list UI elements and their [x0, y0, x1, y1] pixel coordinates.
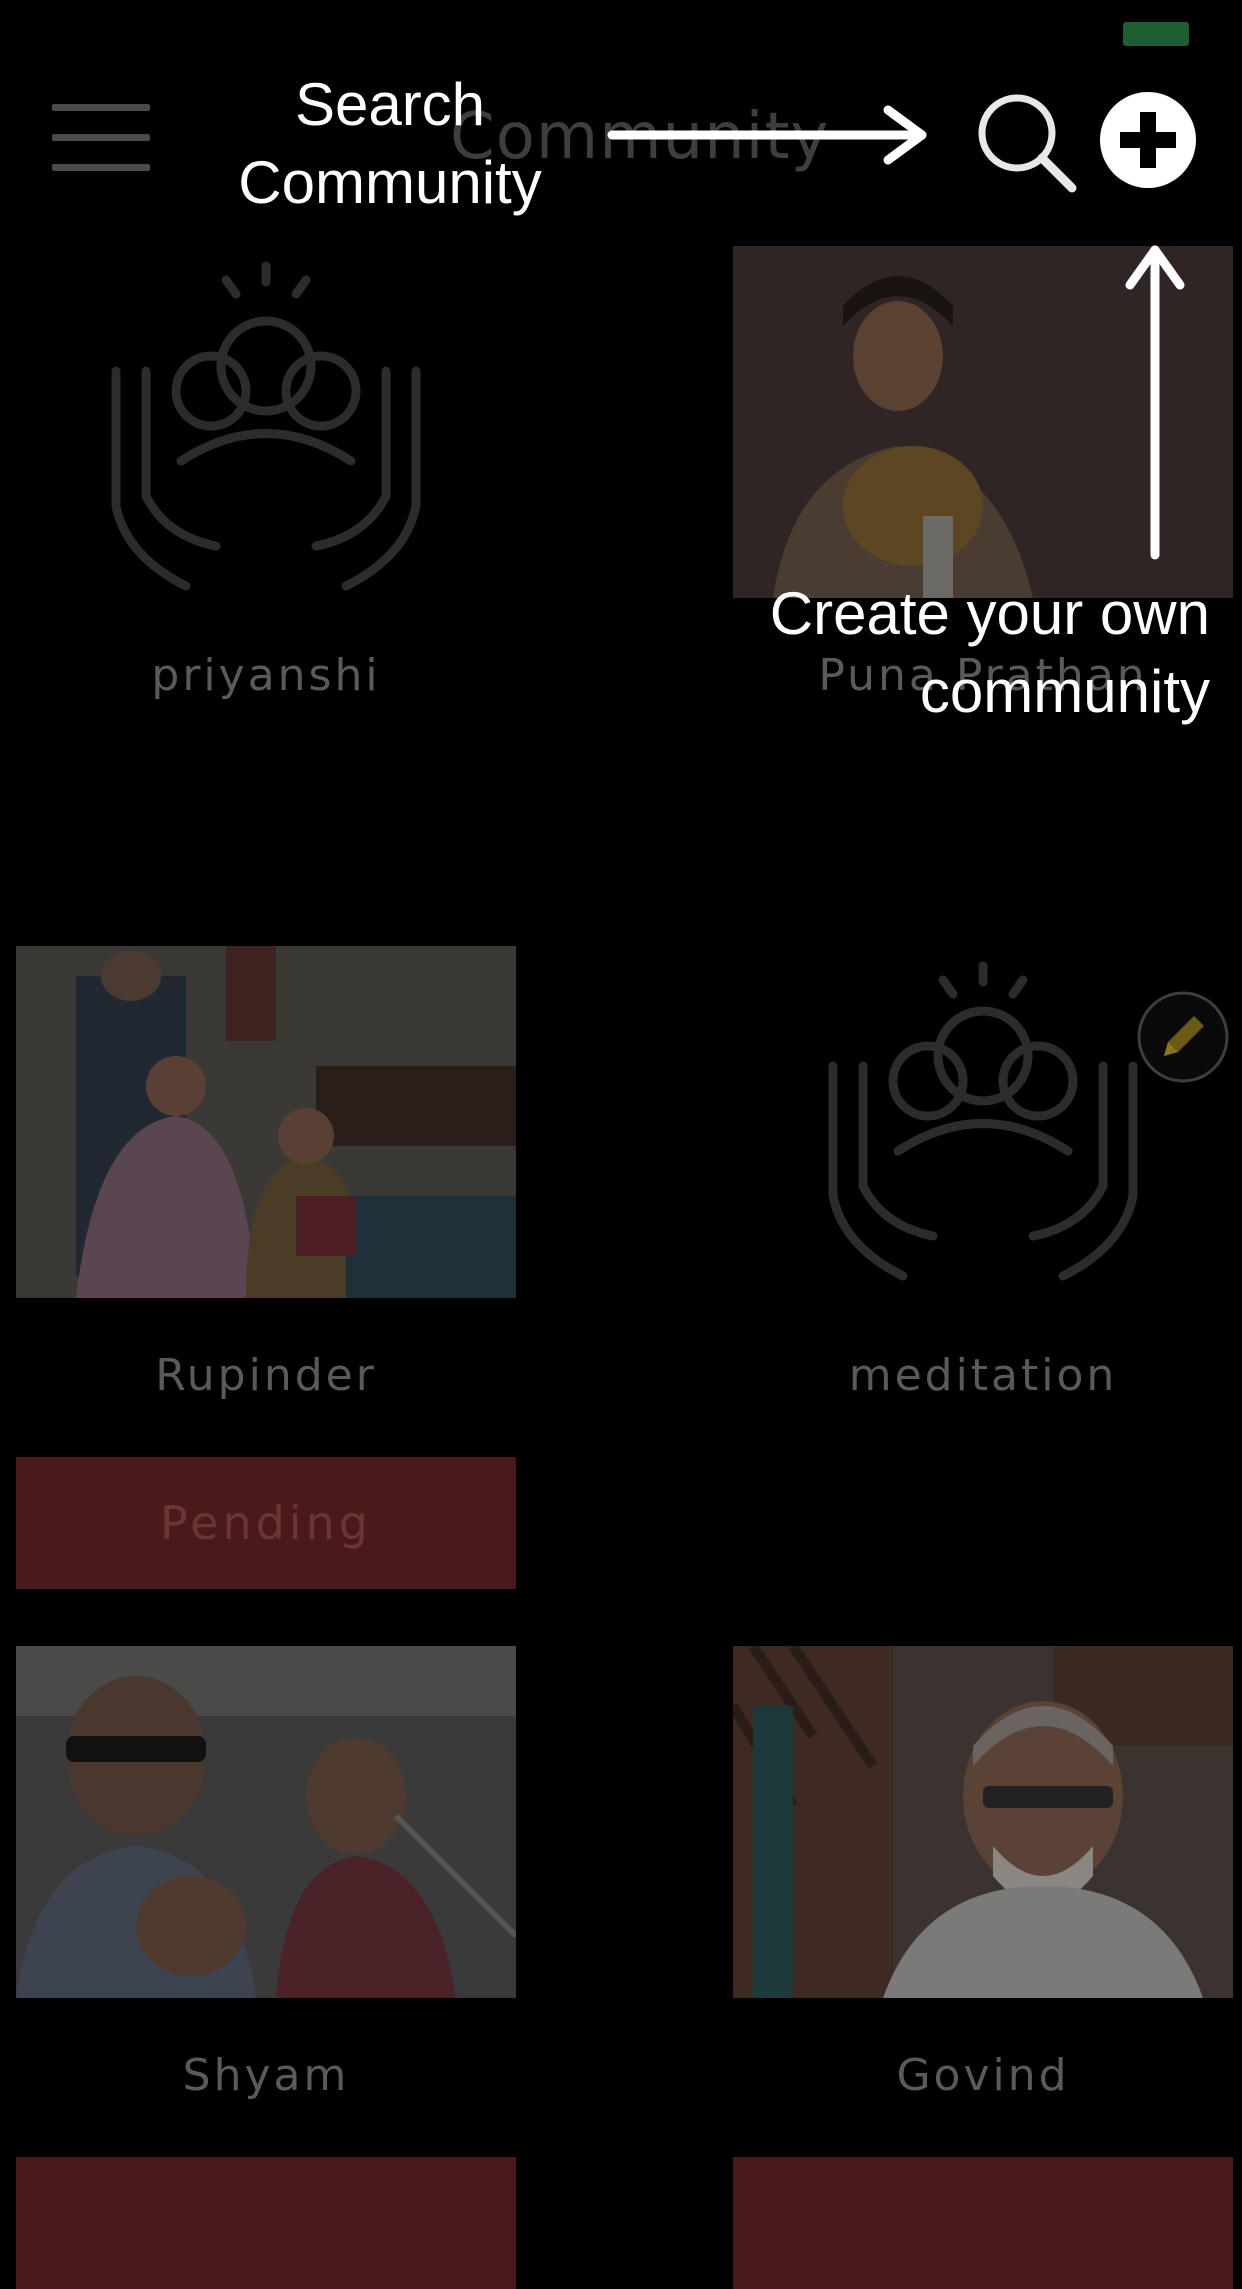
- community-name-meditation: meditation: [848, 1350, 1118, 1401]
- search-community-tip: Search Community: [238, 71, 542, 216]
- community-name-priyanshi: priyanshi: [151, 650, 381, 701]
- add-community-button[interactable]: [1098, 90, 1198, 190]
- plus-circle-icon: [1100, 92, 1196, 188]
- community-name-rupinder: Rupinder: [155, 1350, 377, 1401]
- edit-community-button[interactable]: [1136, 990, 1230, 1084]
- community-card-govind[interactable]: [733, 1646, 1233, 1998]
- community-name-govind: Govind: [896, 2050, 1070, 2101]
- community-placeholder-icon: [111, 261, 421, 591]
- hamburger-menu-icon[interactable]: [52, 104, 150, 172]
- community-card-puna-prathan[interactable]: [733, 246, 1233, 598]
- community-card-shyam[interactable]: [16, 1646, 516, 1998]
- community-card-rupinder[interactable]: [16, 946, 516, 1298]
- community-photo: [733, 1646, 1233, 1998]
- pending-status-button[interactable]: Pending: [16, 1457, 516, 1589]
- status-button-govind[interactable]: [733, 2157, 1233, 2289]
- community-card-priyanshi[interactable]: [16, 246, 516, 598]
- community-photo: [733, 246, 1233, 598]
- community-name-shyam: Shyam: [182, 2050, 350, 2101]
- create-community-tip: Create your own community: [769, 580, 1210, 725]
- status-button-shyam[interactable]: [16, 2157, 516, 2289]
- search-icon[interactable]: [972, 88, 1082, 198]
- community-photo: [16, 1646, 516, 1998]
- community-photo: [16, 946, 516, 1298]
- pencil-icon: [1137, 991, 1229, 1083]
- status-indicator: [1123, 22, 1189, 46]
